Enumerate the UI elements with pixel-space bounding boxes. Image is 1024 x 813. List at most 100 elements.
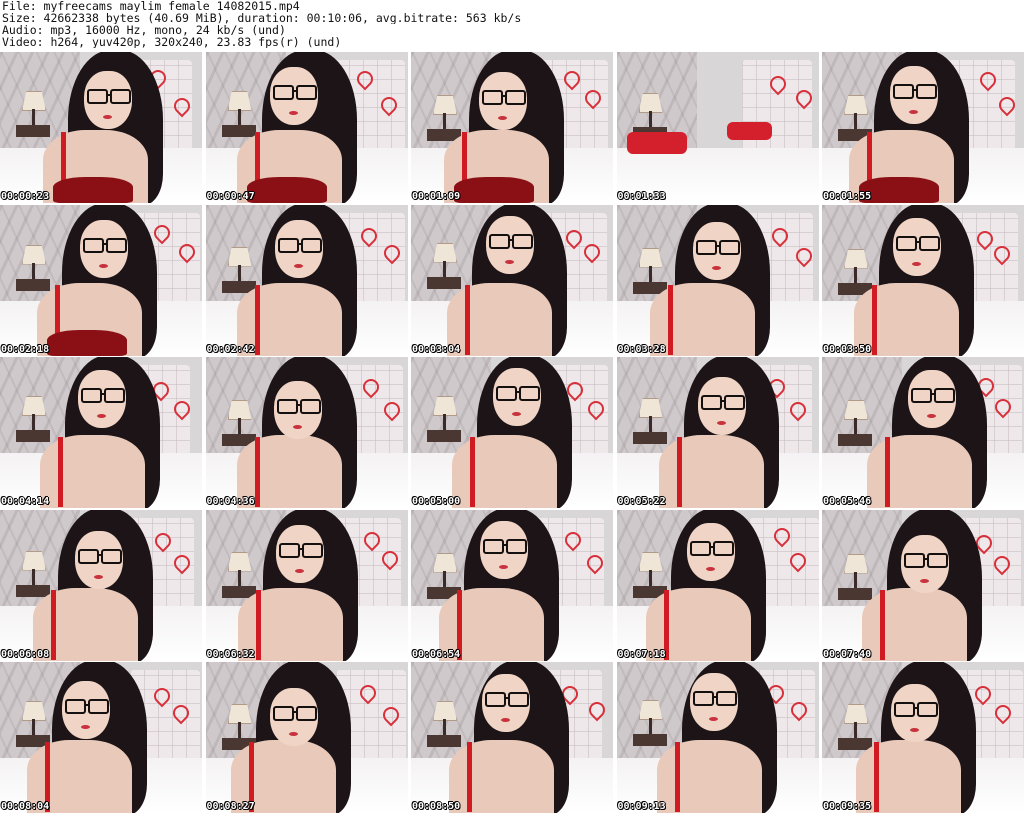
- thumbnail-timestamp: 00:04:36: [206, 496, 255, 507]
- thumbnail-timestamp: 00:06:32: [206, 648, 255, 660]
- thumbnail-frame-image: [411, 357, 613, 508]
- video-thumbnail[interactable]: 00:03:50: [822, 204, 1024, 356]
- thumbnail-frame-image: [822, 357, 1024, 508]
- thumbnail-frame-image: [822, 204, 1024, 356]
- torso: [867, 435, 972, 508]
- thumbnail-frame-image: [411, 204, 613, 356]
- glasses-icon: [695, 239, 740, 255]
- lips: [293, 263, 303, 268]
- thumbnail-frame-image: [205, 662, 408, 813]
- lips: [288, 732, 298, 736]
- video-thumbnail[interactable]: 00:03:04: [411, 204, 613, 356]
- video-thumbnail[interactable]: 00:07:18: [616, 509, 819, 661]
- red-strap: [467, 742, 472, 812]
- video-thumbnail[interactable]: 00:07:40: [822, 509, 1024, 661]
- glasses-icon: [78, 548, 122, 564]
- lips: [505, 259, 514, 264]
- lingerie-top: [47, 329, 127, 356]
- lips: [716, 421, 726, 425]
- lips: [292, 425, 302, 429]
- video-thumbnail[interactable]: 00:09:13: [616, 662, 819, 813]
- lips: [103, 115, 112, 119]
- thumbnail-timestamp: 00:01:09: [412, 191, 461, 202]
- video-thumbnail[interactable]: 00:04:14: [0, 357, 202, 508]
- lips: [501, 718, 510, 722]
- thumbnail-frame-image: [0, 509, 202, 661]
- glasses-icon: [689, 540, 734, 556]
- video-thumbnail[interactable]: 00:08:50: [411, 662, 613, 813]
- nightstand: [427, 276, 461, 289]
- thumbnail-frame-image: [616, 509, 819, 661]
- glasses-icon: [911, 388, 955, 403]
- nightstand: [16, 278, 50, 291]
- video-thumbnail[interactable]: 00:08:27: [205, 662, 408, 813]
- red-strap: [880, 589, 885, 660]
- nightstand: [221, 125, 256, 137]
- red-strap: [667, 284, 673, 355]
- red-strap: [872, 284, 877, 355]
- glasses-icon: [278, 542, 323, 558]
- lips: [499, 564, 508, 569]
- thumbnail-frame-image: [205, 204, 408, 356]
- thumbnail-timestamp: 00:08:27: [206, 801, 255, 812]
- thumbnail-timestamp: 00:08:04: [1, 801, 50, 812]
- video-thumbnail[interactable]: 00:08:04: [0, 662, 202, 813]
- thumbnail-frame-image: [822, 662, 1024, 813]
- lips: [708, 717, 718, 721]
- video-thumbnail[interactable]: 00:02:18: [0, 204, 202, 356]
- file-info-header: File: myfreecams_maylim_female_14082015.…: [2, 0, 1020, 52]
- video-thumbnail[interactable]: 00:05:22: [616, 357, 819, 508]
- glasses-icon: [272, 85, 317, 100]
- video-thumbnail[interactable]: 00:02:42: [205, 204, 408, 356]
- video-thumbnail[interactable]: 00:00:23: [0, 52, 202, 203]
- lips: [498, 116, 507, 120]
- thumbnail-timestamp: 00:05:46: [823, 496, 872, 507]
- video-thumbnail[interactable]: 00:00:47: [205, 52, 408, 203]
- lingerie-top: [454, 177, 534, 203]
- red-strap: [885, 437, 890, 507]
- red-pillow: [726, 122, 772, 140]
- nightstand: [16, 584, 50, 597]
- thumbnail-frame-image: [411, 52, 613, 203]
- torso: [452, 435, 557, 508]
- thumbnail-timestamp: 00:02:18: [1, 343, 50, 355]
- video-thumbnail[interactable]: 00:03:28: [616, 204, 819, 356]
- red-strap: [254, 437, 260, 507]
- glasses-icon: [83, 237, 127, 253]
- video-thumbnail[interactable]: 00:09:35: [822, 662, 1024, 813]
- thumbnail-frame-image: [205, 357, 408, 508]
- glasses-icon: [87, 89, 131, 104]
- video-thumbnail[interactable]: 00:01:09: [411, 52, 613, 203]
- video-thumbnail[interactable]: 00:05:46: [822, 357, 1024, 508]
- lips: [927, 414, 936, 418]
- lips: [81, 725, 90, 729]
- video-thumbnail[interactable]: 00:06:32: [205, 509, 408, 661]
- file-size-line: Size: 42662338 bytes (40.69 MiB), durati…: [2, 12, 522, 24]
- thumbnail-timestamp: 00:03:04: [412, 343, 461, 355]
- red-strap: [874, 742, 879, 812]
- video-thumbnail[interactable]: 00:06:54: [411, 509, 613, 661]
- red-strap: [470, 437, 475, 507]
- thumbnail-frame-image: [411, 662, 613, 813]
- thumbnail-frame-image: [205, 52, 408, 203]
- video-thumbnail[interactable]: 00:06:08: [0, 509, 202, 661]
- video-thumbnail[interactable]: 00:05:00: [411, 357, 613, 508]
- lips: [99, 263, 108, 268]
- torso: [656, 740, 762, 813]
- nightstand: [16, 125, 50, 137]
- glasses-icon: [65, 699, 109, 714]
- torso: [447, 282, 552, 356]
- video-thumbnail[interactable]: 00:01:33: [616, 52, 819, 203]
- red-strap: [51, 589, 56, 660]
- glasses-icon: [904, 552, 948, 568]
- lips: [97, 414, 106, 418]
- video-thumbnail[interactable]: 00:01:55: [822, 52, 1024, 203]
- thumbnail-timestamp: 00:09:35: [823, 801, 872, 812]
- thumbnail-timestamp: 00:02:42: [206, 343, 255, 355]
- torso: [449, 740, 554, 813]
- lips: [288, 111, 298, 115]
- thumbnail-frame-image: [822, 509, 1024, 661]
- red-strap: [254, 284, 260, 355]
- glasses-icon: [483, 538, 527, 554]
- video-thumbnail[interactable]: 00:04:36: [205, 357, 408, 508]
